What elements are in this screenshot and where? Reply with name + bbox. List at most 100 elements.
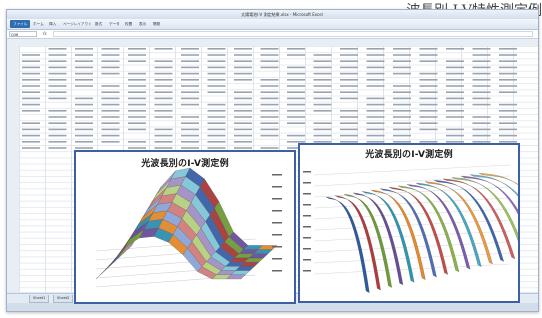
cell-value-mark <box>393 103 411 106</box>
cell-value-mark <box>75 141 93 143</box>
cell-value-mark <box>260 85 279 87</box>
ribbon-line-chart[interactable]: 光波長別のI-V測定例 <box>298 143 520 303</box>
cell-value-mark <box>419 116 438 118</box>
ribbon-tabs: ファイル ホーム 挿入 ページレイアウト 数式 データ 校閲 表示 開発 <box>7 19 538 36</box>
chart-title: 光波長別のI-V測定例 <box>365 150 453 160</box>
cell-value-mark <box>393 110 411 112</box>
axis-tick-label <box>272 198 282 200</box>
cell-value-mark <box>75 110 93 112</box>
sheet-tab[interactable]: Sheet1 <box>29 295 50 303</box>
cell-value-mark <box>313 103 332 106</box>
cell-value-mark <box>472 128 491 131</box>
cell-value-mark <box>154 97 173 100</box>
cell-value-mark <box>366 97 385 100</box>
cell-value-mark <box>499 134 517 137</box>
cell-value-mark <box>207 48 226 50</box>
cell-value-mark <box>128 141 146 143</box>
cell-value-mark <box>366 85 385 87</box>
axis-tick-label <box>303 193 311 195</box>
cell-value-mark <box>154 48 173 50</box>
cell-value-mark <box>446 103 464 106</box>
cell-value-mark <box>260 103 279 106</box>
cell-value-mark <box>128 116 146 118</box>
cell-value-mark <box>128 79 146 81</box>
fx-icon[interactable]: fx <box>43 31 51 37</box>
cell-value-mark <box>313 134 332 137</box>
cell-value-mark <box>419 54 438 56</box>
cell-value-mark <box>154 116 173 118</box>
cell-value-mark <box>128 122 146 124</box>
tab-view[interactable]: 表示 <box>139 20 146 28</box>
cell-value-mark <box>287 110 305 112</box>
tab-data[interactable]: データ <box>109 20 120 28</box>
cell-value-mark <box>48 128 67 131</box>
cell-value-mark <box>287 134 305 137</box>
cell-value-mark <box>181 116 199 118</box>
cell-value-mark <box>393 97 411 100</box>
axis-tick-label <box>303 171 311 173</box>
cell-value-mark <box>101 72 120 75</box>
tab-home[interactable]: ホーム <box>33 20 44 28</box>
cell-value-mark <box>419 60 438 62</box>
cell-value-mark <box>207 54 226 56</box>
formula-input[interactable] <box>53 31 533 37</box>
cell-value-mark <box>446 128 464 131</box>
tab-formulas[interactable]: 数式 <box>95 20 102 28</box>
cell-value-mark <box>181 103 199 106</box>
cell-value-mark <box>181 85 199 87</box>
cell-value-mark <box>499 128 517 131</box>
cell-value-mark <box>234 134 252 137</box>
cell-value-mark <box>181 128 199 131</box>
cell-value-mark <box>446 110 464 112</box>
cell-value-mark <box>499 116 517 118</box>
cell-value-mark <box>472 60 491 62</box>
cell-value-mark <box>393 116 411 118</box>
cell-value-mark <box>22 54 40 56</box>
cell-value-mark <box>472 85 491 87</box>
axis-tick-label <box>303 226 311 228</box>
cell-value-mark <box>472 116 491 118</box>
cell-value-mark <box>419 97 438 100</box>
cell-value-mark <box>234 66 252 69</box>
cell-value-mark <box>287 97 305 100</box>
tab-developer[interactable]: 開発 <box>153 20 160 28</box>
cell-value-mark <box>340 48 358 50</box>
cell-value-mark <box>101 122 120 124</box>
cell-value-mark <box>101 103 120 106</box>
cell-value-mark <box>48 141 67 143</box>
cell-value-mark <box>393 91 411 93</box>
cell-value-mark <box>154 103 173 106</box>
cell-value-mark <box>22 79 40 81</box>
cell-value-mark <box>287 116 305 118</box>
cell-value-mark <box>419 79 438 81</box>
tab-review[interactable]: 校閲 <box>125 20 132 28</box>
cell-value-mark <box>128 91 146 93</box>
cell-value-mark <box>234 60 252 62</box>
quick-access-toolbar <box>10 11 50 26</box>
tab-file[interactable]: ファイル <box>10 20 31 28</box>
cell-value-mark <box>154 128 173 131</box>
cell-value-mark <box>446 66 464 69</box>
axis-tick-label <box>303 237 311 239</box>
name-box[interactable]: Q36 <box>9 31 37 37</box>
cell-value-mark <box>48 122 67 124</box>
cell-value-mark <box>22 66 40 69</box>
tab-insert[interactable]: 挿入 <box>49 20 56 28</box>
cell-value-mark <box>366 128 385 131</box>
cell-value-mark <box>287 103 305 106</box>
cell-value-mark <box>48 147 67 149</box>
cell-value-mark <box>181 72 199 75</box>
tab-page-layout[interactable]: ページレイアウト <box>63 20 92 28</box>
cell-value-mark <box>260 91 279 93</box>
cell-value-mark <box>340 54 358 56</box>
cell-value-mark <box>181 97 199 100</box>
surface-chart[interactable]: 光波長別のI-V測定例 <box>74 150 296 304</box>
surface-plot <box>76 152 294 302</box>
cell-value-mark <box>181 122 199 124</box>
cell-value-mark <box>154 72 173 75</box>
cell-value-mark <box>260 116 279 118</box>
sheet-tab[interactable]: Sheet2 <box>53 295 74 303</box>
cell-value-mark <box>48 91 67 93</box>
cell-value-mark <box>499 122 517 124</box>
cell-value-mark <box>207 110 226 112</box>
